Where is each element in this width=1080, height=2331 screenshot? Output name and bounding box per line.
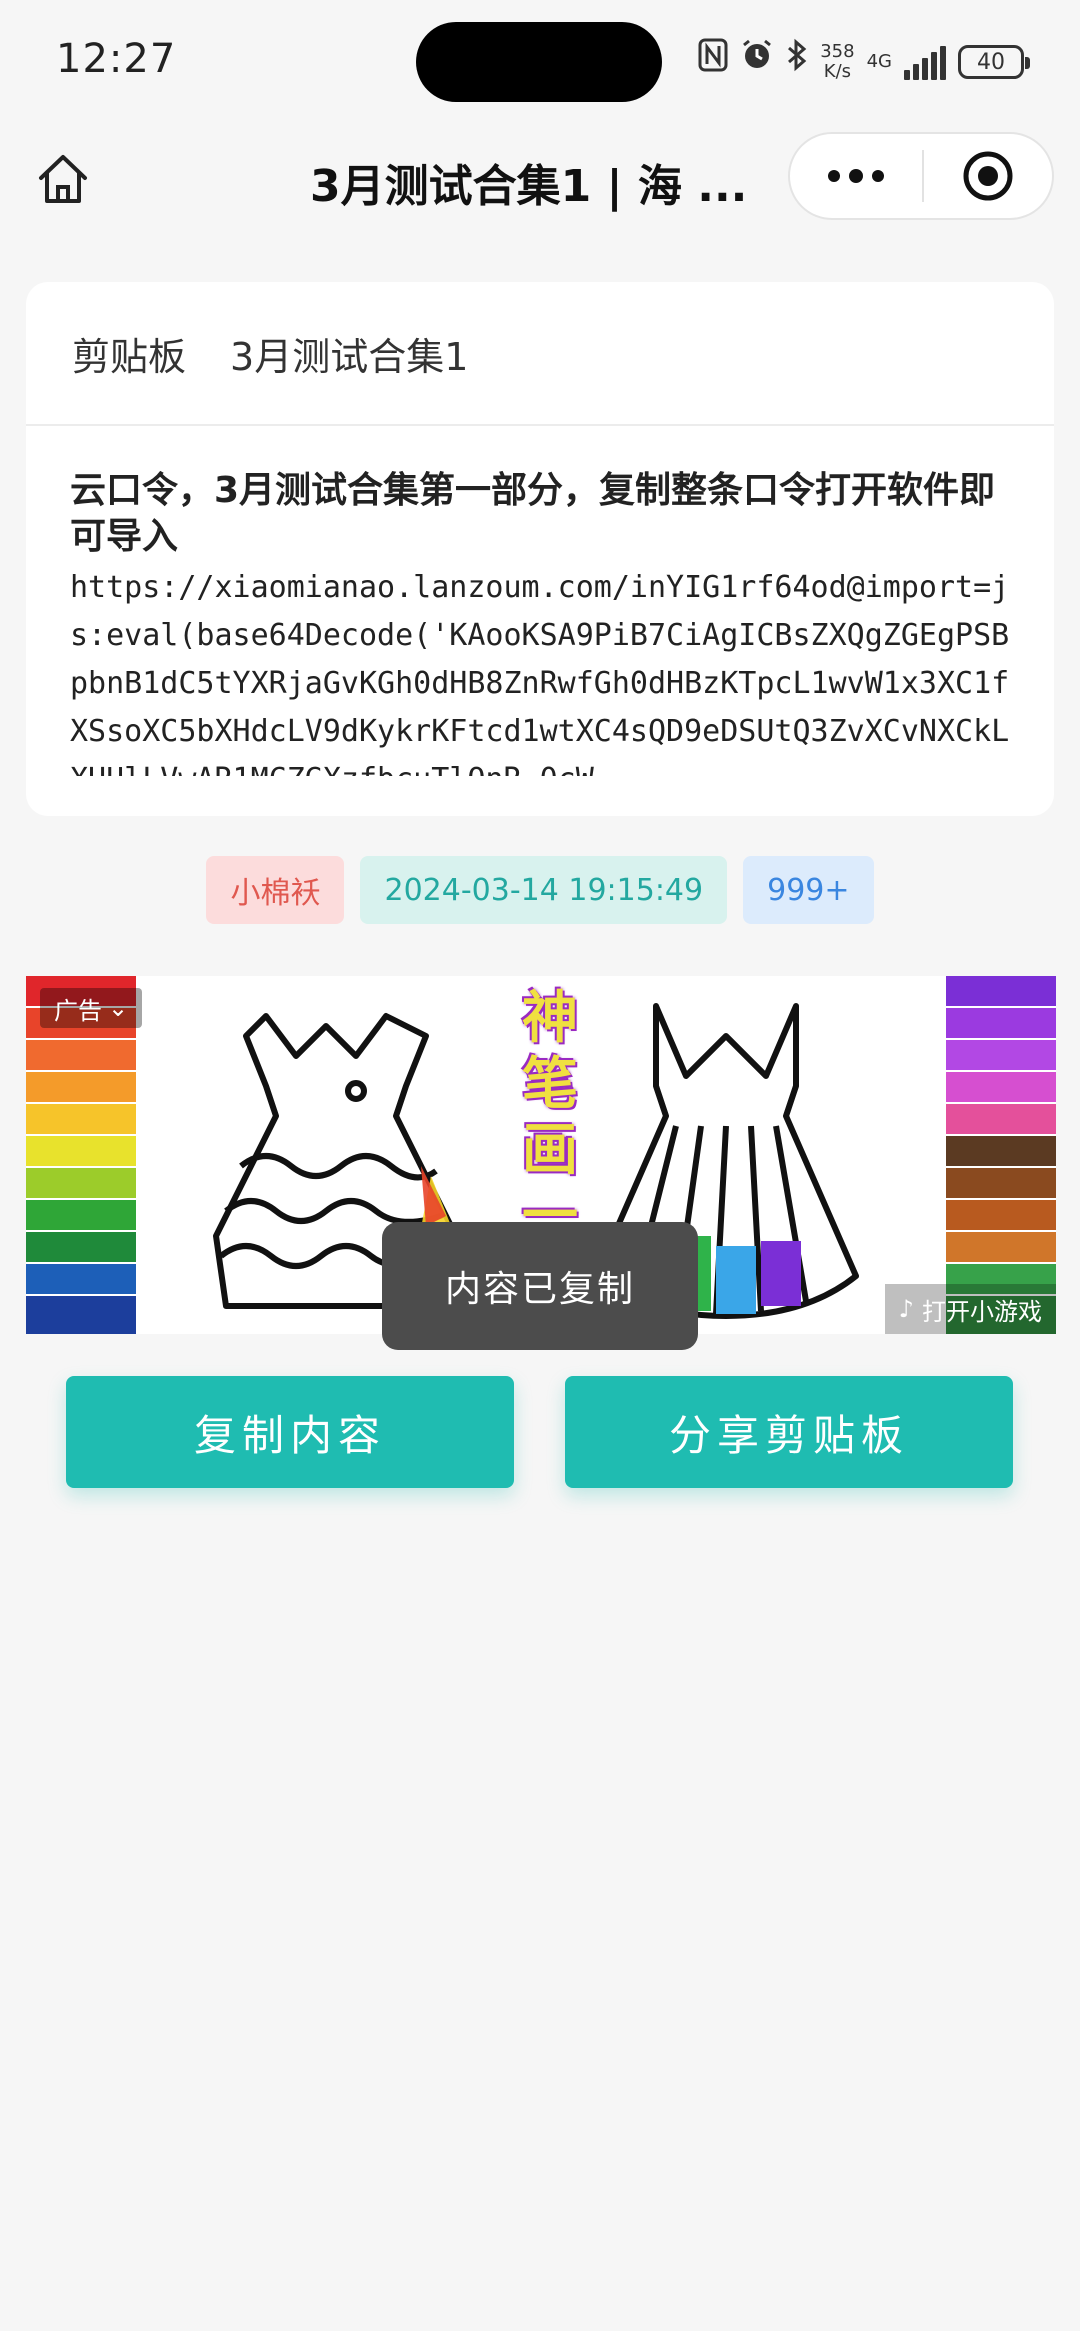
- open-mini-game-link[interactable]: ♪ 打开小游戏: [884, 1284, 1056, 1334]
- status-bar: 12:27 358 K/s 4G 40: [0, 0, 1080, 120]
- battery-level: 40: [977, 49, 1005, 75]
- net-speed-value: 358: [820, 41, 855, 62]
- more-icon: [828, 169, 884, 183]
- count-tag: 999+: [743, 856, 874, 924]
- page-title: 3月测试合集1 | 海 ...: [310, 161, 748, 212]
- ad-title-char: 神: [522, 986, 578, 1051]
- home-button[interactable]: [30, 146, 96, 212]
- ad-title-char: 笔: [522, 1052, 578, 1117]
- alarm-icon: [740, 38, 774, 87]
- open-mini-game-label: 打开小游戏: [922, 1297, 1042, 1326]
- signal-icon: [904, 44, 946, 80]
- copied-toast: 内容已复制: [382, 1222, 698, 1350]
- nfc-icon: [698, 38, 728, 87]
- bluetooth-icon: [786, 38, 808, 87]
- card-name: 3月测试合集1: [230, 334, 469, 379]
- card-label: 剪贴板: [72, 334, 187, 379]
- clipboard-card: 剪贴板 3月测试合集1 云口令，3月测试合集第一部分，复制整条口令打开软件即可导…: [26, 282, 1054, 816]
- nav-bar: 3月测试合集1 | 海 ...: [0, 130, 1080, 230]
- status-icons: 358 K/s 4G 40: [698, 38, 1030, 87]
- card-description: 云口令，3月测试合集第一部分，复制整条口令打开软件即可导入: [70, 470, 996, 557]
- card-header: 剪贴板 3月测试合集1: [26, 282, 1054, 426]
- mini-program-capsule: [788, 132, 1054, 220]
- net-speed: 358 K/s: [820, 42, 854, 82]
- network-label: 4G: [866, 51, 892, 72]
- more-button[interactable]: [790, 134, 922, 218]
- copy-content-button[interactable]: 复制内容: [66, 1376, 514, 1488]
- ad-title-char: 画: [522, 1118, 578, 1183]
- date-tag: 2024-03-14 19:15:49: [360, 856, 728, 924]
- close-button[interactable]: [924, 134, 1052, 218]
- status-time: 12:27: [56, 36, 177, 82]
- chevron-down-icon: ⌄: [108, 994, 129, 1022]
- card-code: https://xiaomianao.lanzoum.com/inYIG1rf6…: [70, 570, 1010, 776]
- ad-badge[interactable]: 广告 ⌄: [40, 988, 143, 1028]
- card-body[interactable]: 云口令，3月测试合集第一部分，复制整条口令打开软件即可导入 https://xi…: [26, 426, 1054, 776]
- home-icon: [39, 155, 87, 203]
- target-close-icon: [963, 151, 1013, 201]
- author-tag: 小棉袄: [206, 856, 345, 924]
- music-note-icon: ♪: [898, 1295, 914, 1323]
- ad-title: 神 笔 画 一: [510, 986, 590, 1250]
- battery-icon: 40: [958, 45, 1030, 79]
- camera-cutout: [416, 22, 662, 102]
- net-speed-unit: K/s: [823, 61, 852, 82]
- meta-tags: 小棉袄 2024-03-14 19:15:49 999+: [0, 856, 1080, 924]
- share-clipboard-button[interactable]: 分享剪贴板: [565, 1376, 1013, 1488]
- ad-badge-label: 广告: [54, 996, 102, 1025]
- network-type: 4G: [867, 52, 892, 72]
